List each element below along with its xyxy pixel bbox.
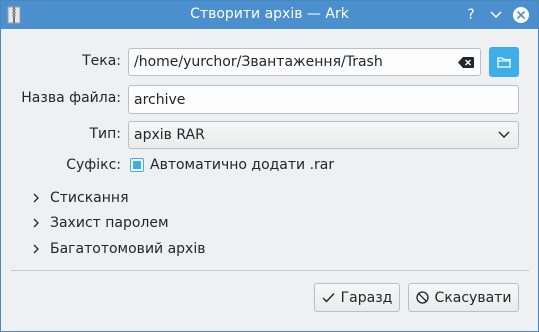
auto-suffix-label[interactable]: Автоматично додати .rar <box>150 157 334 173</box>
auto-suffix-checkbox-row[interactable]: Автоматично додати .rar <box>130 157 334 173</box>
section-compression-label: Стискання <box>50 190 129 206</box>
chevron-right-icon <box>33 193 39 203</box>
title-bar[interactable]: Створити архів — Ark ? <box>1 1 538 29</box>
checkmark-icon <box>322 293 335 303</box>
minimize-icon <box>490 11 502 19</box>
close-icon <box>513 7 529 23</box>
folder-input[interactable]: /home/yurchor/Звантаження/Trash <box>128 48 481 76</box>
section-multivolume-label: Багатотомовий архів <box>50 241 206 257</box>
archive-type-select[interactable]: архів RAR <box>128 121 519 149</box>
filename-input[interactable]: archive <box>128 85 519 114</box>
suffix-label: Суфікс: <box>66 157 121 173</box>
help-button[interactable]: ? <box>461 5 481 25</box>
minimize-button[interactable] <box>486 5 506 25</box>
separator <box>11 270 529 271</box>
section-compression[interactable]: Стискання <box>31 190 129 206</box>
checkbox-checked-mark <box>133 161 141 169</box>
section-multivolume[interactable]: Багатотомовий архів <box>31 241 205 257</box>
cancel-button[interactable]: Скасувати <box>408 283 519 312</box>
folder-icon <box>497 57 511 68</box>
chevron-right-icon <box>33 218 39 228</box>
type-label: Тип: <box>89 126 121 142</box>
create-archive-dialog: Створити архів — Ark ? Тека: /home/yurch… <box>0 0 539 332</box>
folder-label: Тека: <box>82 53 121 69</box>
cancel-icon <box>415 291 429 304</box>
help-icon: ? <box>467 7 475 23</box>
section-password[interactable]: Захист паролем <box>31 215 169 231</box>
filename-input-value: archive <box>134 91 186 108</box>
folder-input-value: /home/yurchor/Звантаження/Trash <box>134 54 383 70</box>
chevron-down-icon <box>498 131 510 138</box>
close-button[interactable] <box>511 5 531 25</box>
browse-folder-button[interactable] <box>489 47 519 77</box>
cancel-button-label: Скасувати <box>434 289 512 306</box>
filename-label: Назва файла: <box>21 90 121 106</box>
section-password-label: Захист паролем <box>50 215 169 231</box>
auto-suffix-checkbox[interactable] <box>130 158 144 172</box>
ok-button[interactable]: Гаразд <box>314 283 400 312</box>
window-title: Створити архів — Ark <box>190 6 349 22</box>
clear-input-icon[interactable] <box>458 57 474 68</box>
archive-type-value: архів RAR <box>134 127 205 143</box>
chevron-right-icon <box>33 244 39 254</box>
ok-button-label: Гаразд <box>340 289 393 306</box>
